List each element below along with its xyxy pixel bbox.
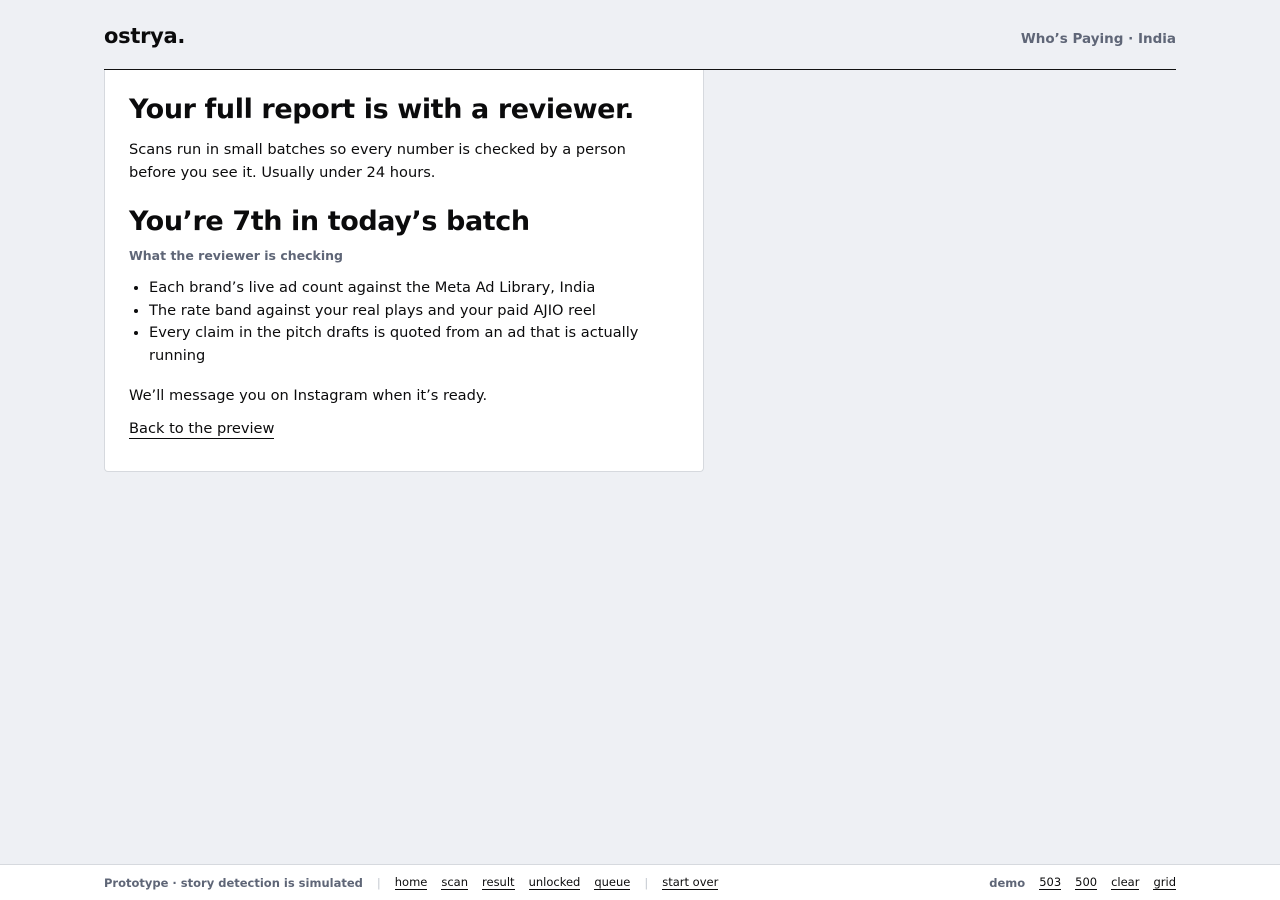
review-checklist: Each brand’s live ad count against the M… [129, 277, 659, 367]
notification-note: We’ll message you on Instagram when it’s… [129, 387, 488, 405]
divider: | [644, 876, 649, 890]
intro-text: Scans run in small batches so every numb… [129, 141, 626, 181]
demo-link-clear[interactable]: clear [1111, 876, 1140, 890]
demo-controls: demo 503 500 clear grid [989, 876, 1176, 890]
footer-bar: Prototype · story detection is simulated… [0, 864, 1280, 900]
demo-link-grid[interactable]: grid [1153, 876, 1176, 890]
list-item: Each brand’s live ad count against the M… [149, 277, 659, 300]
list-item: Every claim in the pitch drafts is quote… [149, 322, 659, 367]
review-status-card: Your full report is with a reviewer. Sca… [104, 70, 704, 472]
checking-label: What the reviewer is checking [129, 248, 343, 263]
page-title: Your full report is with a reviewer. [129, 94, 635, 125]
footer-link-scan[interactable]: scan [441, 876, 469, 890]
back-to-preview-link[interactable]: Back to the preview [129, 420, 275, 440]
footer-link-queue[interactable]: queue [594, 876, 631, 890]
demo-link-503[interactable]: 503 [1039, 876, 1062, 890]
header-tagline: Who’s Paying · India [1020, 31, 1176, 47]
list-item: The rate band against your real plays an… [149, 300, 659, 323]
site-header: ostrya. Who’s Paying · India [104, 0, 1176, 70]
logo[interactable]: ostrya. [104, 24, 185, 48]
footer-nav: Prototype · story detection is simulated… [104, 876, 719, 890]
footer-link-result[interactable]: result [482, 876, 515, 890]
demo-label: demo [989, 876, 1026, 890]
batch-position-heading: You’re 7th in today’s batch [129, 206, 530, 237]
divider: | [376, 876, 381, 890]
footer-link-unlocked[interactable]: unlocked [528, 876, 581, 890]
start-over-link[interactable]: start over [662, 876, 719, 890]
demo-link-500[interactable]: 500 [1075, 876, 1098, 890]
prototype-note: Prototype · story detection is simulated [104, 876, 363, 890]
footer-link-home[interactable]: home [394, 876, 428, 890]
